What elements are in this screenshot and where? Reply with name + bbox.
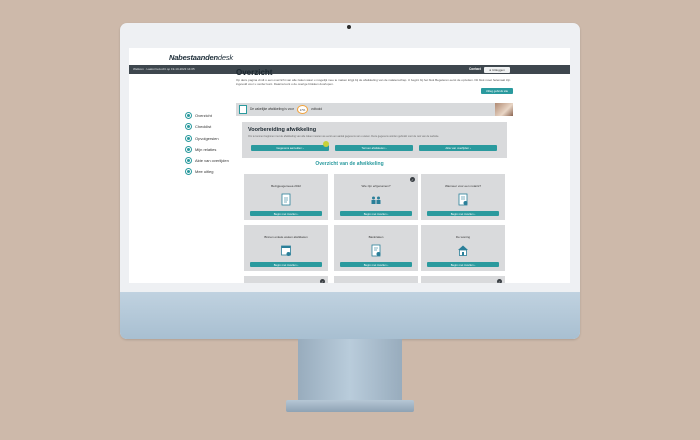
card-erfgenamen: ✓ Wie zijn erfgenamen? Begin met invulle…: [334, 174, 418, 220]
card-notaris: Wanneer voor een notaris? Begin met invu…: [421, 174, 505, 220]
imac-foot: [286, 400, 414, 412]
card-start-button[interactable]: Begin met invullen ›: [340, 211, 412, 216]
card-weken: Binnen enkele weken afwikkelen Begin met…: [244, 225, 328, 271]
bank-document-icon: [371, 244, 381, 257]
document-icon: [239, 105, 247, 114]
document-icon: [281, 193, 291, 206]
card-start-button[interactable]: Begin met invullen ›: [427, 211, 499, 216]
relations-icon: [185, 145, 192, 153]
card-start-button[interactable]: Begin met invullen ›: [250, 211, 322, 216]
card-belastingaangifte: Bezigjeugemeea 2022 Begin met invullen ›: [244, 174, 328, 220]
info-icon: [185, 167, 192, 175]
site-logo[interactable]: Nabestaandendesk: [169, 53, 233, 62]
welcome-text: Welkom · Laatst bezocht op 19-10-2023 14…: [133, 67, 195, 71]
prep-card: Voorbereiding afwikkeling Om te kunnen b…: [242, 122, 507, 158]
house-icon: [458, 245, 468, 256]
overview-icon: [185, 111, 192, 119]
sidebar-item-uitleg[interactable]: Mee uitleg: [185, 167, 213, 175]
sidebar-item-relaties[interactable]: Mijn relaties: [185, 145, 216, 153]
card-start-button[interactable]: Begin met invullen ›: [427, 262, 499, 267]
card-partial: ✓: [421, 276, 505, 283]
hand-photo: [495, 103, 513, 116]
imac-stand: [298, 339, 402, 403]
card-partial: [334, 276, 418, 283]
card-start-button[interactable]: Begin met invullen ›: [250, 262, 322, 267]
contact-link[interactable]: Contact: [469, 67, 481, 71]
prep-button-termen[interactable]: Termen afwikkelen ›: [335, 145, 413, 151]
logout-button[interactable]: ● Uitloggen: [484, 66, 510, 73]
top-bar: Welkom · Laatst bezocht op 19-10-2023 14…: [129, 65, 570, 74]
sidebar-item-opvolgers[interactable]: Opvolgersien: [185, 134, 219, 142]
user-icon: ●: [489, 67, 492, 72]
check-icon: ✓: [497, 279, 502, 283]
prep-button-gegevens[interactable]: Gegevens aanvullen ›: [251, 145, 329, 151]
progress-bar: De zakelijke afwikkeling is voor 17% vol…: [236, 103, 513, 116]
people-icon: [371, 196, 381, 204]
imac-chin: [120, 292, 580, 339]
camera: [347, 25, 351, 29]
prep-text: Om te kunnen beginnen met de afwikkeling…: [248, 135, 440, 138]
check-badge-icon: [323, 141, 329, 147]
sidebar-item-checklist[interactable]: Checklist: [185, 122, 211, 130]
checklist-icon: [185, 122, 192, 130]
card-woning: De woning Begin met invullen ›: [421, 225, 505, 271]
page-title: Overzicht: [236, 68, 273, 77]
card-bankzaken: Bankzaken Begin met invullen ›: [334, 225, 418, 271]
card-partial: ✓: [244, 276, 328, 283]
progress-label: De zakelijke afwikkeling is voor: [250, 107, 294, 111]
successors-icon: [185, 134, 192, 142]
screen: Nabestaandendesk Welkom · Laatst bezocht…: [129, 48, 570, 283]
section-title: Overzicht van de afwikkeling: [315, 161, 384, 167]
sidebar-item-overzicht[interactable]: Overzicht: [185, 111, 212, 119]
progress-done: voltooid: [311, 107, 322, 111]
check-icon: ✓: [410, 177, 415, 182]
intro-text: Op deze pagina vindt u een overzicht van…: [236, 78, 511, 87]
card-start-button[interactable]: Begin met invullen ›: [340, 262, 412, 267]
calendar-icon: [281, 245, 291, 256]
prep-title: Voorbereiding afwikkeling: [248, 127, 317, 133]
prep-button-akte[interactable]: Akte van overlijden ›: [419, 145, 497, 151]
check-icon: ✓: [320, 279, 325, 283]
document-alert-icon: [458, 193, 468, 206]
progress-percent: 17%: [297, 105, 308, 114]
help-button[interactable]: Uitleg gebruik site: [481, 88, 513, 94]
